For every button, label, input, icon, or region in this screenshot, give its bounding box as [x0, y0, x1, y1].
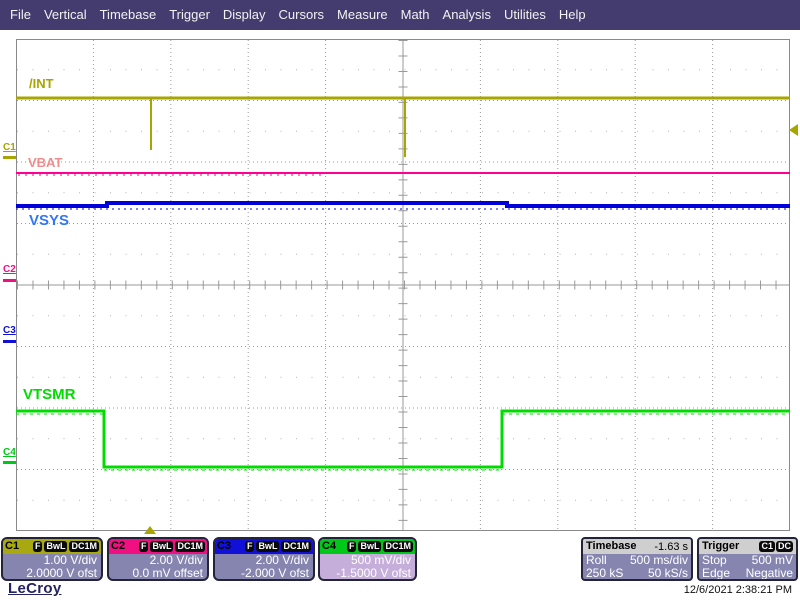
trigger-header: Trigger C1 DC — [699, 539, 796, 554]
channel-name: C4 — [322, 540, 337, 552]
menu-item-trigger[interactable]: Trigger — [169, 0, 210, 30]
channel-offset-marker-c3[interactable]: C3 — [3, 326, 16, 336]
datetime-display: 12/6/2021 2:38:21 PM — [683, 584, 792, 596]
timebase-header: Timebase -1.63 s — [583, 539, 691, 554]
channel-name: C1 — [5, 540, 20, 552]
filter-badge: F — [138, 541, 149, 552]
menu-item-analysis[interactable]: Analysis — [443, 0, 491, 30]
menu-item-utilities[interactable]: Utilities — [504, 0, 546, 30]
trigger-source-badge: C1 — [759, 541, 775, 552]
trace-label-vbat: VBAT — [28, 155, 63, 170]
channel-offset-dash-c4[interactable] — [3, 461, 16, 464]
lecroy-logo: LeCroy — [8, 580, 62, 597]
timebase-row: 250 kS 50 kS/s — [583, 567, 691, 580]
filter-badge: F — [346, 541, 357, 552]
descriptor-header-c2: C2 F BwL DC1M — [109, 539, 207, 554]
descriptor-header-c3: C3 F BwL DC1M — [215, 539, 313, 554]
channel-name: C3 — [217, 540, 232, 552]
oscilloscope-screen: File Vertical Timebase Trigger Display C… — [0, 0, 800, 600]
channel-descriptor-c1[interactable]: C1 F BwL DC1M 1.00 V/div 2.0000 V ofst — [1, 537, 103, 581]
coupling-badge: DC1M — [383, 541, 413, 552]
menu-item-math[interactable]: Math — [401, 0, 430, 30]
offset-value: 2.0000 V ofst — [26, 566, 97, 580]
menu-item-measure[interactable]: Measure — [337, 0, 388, 30]
trigger-row: Edge Negative — [699, 567, 796, 580]
channel-offset-dash-c3[interactable] — [3, 340, 16, 343]
trigger-slope: Negative — [745, 566, 793, 580]
channel-offset-dash-c1[interactable] — [3, 156, 16, 159]
sample-count: 250 kS — [586, 566, 624, 580]
sample-rate: 50 kS/s — [647, 566, 688, 580]
bandwidth-limit-badge: BwL — [150, 541, 174, 552]
timebase-panel[interactable]: Timebase -1.63 s Roll 500 ms/div 250 kS … — [581, 537, 693, 581]
coupling-badge: DC1M — [175, 541, 205, 552]
channel-offset-marker-c4[interactable]: C4 — [3, 448, 16, 458]
descriptor-header-c4: C4 F BwL DC1M — [320, 539, 415, 554]
menu-item-cursors[interactable]: Cursors — [279, 0, 325, 30]
trace-label-int: /INT — [29, 76, 54, 91]
vsys-trace — [16, 201, 790, 208]
coupling-badge: DC1M — [281, 541, 311, 552]
coupling-badge: DC1M — [69, 541, 99, 552]
menu-item-display[interactable]: Display — [223, 0, 266, 30]
trigger-panel[interactable]: Trigger C1 DC Stop 500 mV Edge Negative — [697, 537, 798, 581]
wave-traces-layer — [16, 96, 790, 471]
descriptor-header-c1: C1 F BwL DC1M — [3, 539, 101, 554]
waveform-display-area — [16, 39, 790, 531]
trace-label-vtsmr: VTSMR — [23, 386, 76, 403]
timebase-title: Timebase — [586, 540, 637, 552]
channel-name: C2 — [111, 540, 126, 552]
offset-value: -2.000 V ofst — [240, 566, 309, 580]
channel-offset-dash-c2[interactable] — [3, 279, 16, 282]
filter-badge: F — [244, 541, 255, 552]
bandwidth-limit-badge: BwL — [358, 541, 382, 552]
menu-item-help[interactable]: Help — [559, 0, 586, 30]
menu-item-file[interactable]: File — [10, 0, 31, 30]
trigger-coupling-badge: DC — [776, 541, 793, 552]
channel-descriptor-c4[interactable]: C4 F BwL DC1M 500 mV/div -1.5000 V ofst — [318, 537, 417, 581]
channel-descriptor-c3[interactable]: C3 F BwL DC1M 2.00 V/div -2.000 V ofst — [213, 537, 315, 581]
trigger-title: Trigger — [702, 540, 740, 552]
bandwidth-limit-badge: BwL — [256, 541, 280, 552]
offset-value: 0.0 mV offset — [132, 566, 203, 580]
filter-badge: F — [32, 541, 43, 552]
channel-offset-marker-c1[interactable]: C1 — [3, 143, 16, 153]
offset-value: -1.5000 V ofst — [336, 566, 411, 580]
channel-offset-marker-c2[interactable]: C2 — [3, 265, 16, 275]
menu-bar: File Vertical Timebase Trigger Display C… — [0, 0, 800, 30]
trace-label-vsys: VSYS — [29, 212, 70, 229]
trigger-level-arrow-icon[interactable] — [789, 124, 798, 136]
trigger-type: Edge — [702, 566, 731, 580]
bandwidth-limit-badge: BwL — [44, 541, 68, 552]
trigger-time-marker-icon[interactable] — [144, 526, 156, 534]
timebase-delay: -1.63 s — [654, 540, 688, 553]
menu-item-timebase[interactable]: Timebase — [100, 0, 157, 30]
menu-item-vertical[interactable]: Vertical — [44, 0, 87, 30]
channel-descriptor-c2[interactable]: C2 F BwL DC1M 2.00 V/div 0.0 mV offset — [107, 537, 209, 581]
vtsmr-trace — [16, 409, 790, 469]
